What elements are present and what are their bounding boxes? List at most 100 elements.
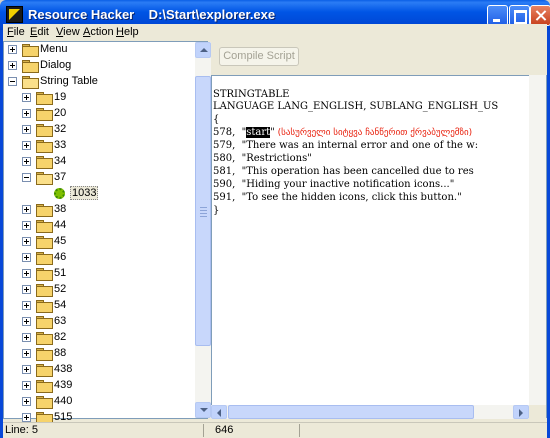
code-line: 581, "This operation has been cancelled …: [213, 166, 474, 177]
expand-icon[interactable]: [22, 349, 31, 358]
expand-icon[interactable]: [22, 365, 31, 374]
expand-icon[interactable]: [22, 221, 31, 230]
folder-icon: [36, 156, 53, 169]
tree-label: 82: [54, 331, 67, 343]
tree-node-38[interactable]: 38: [22, 202, 192, 218]
expand-icon[interactable]: [22, 141, 31, 150]
tree-node-string-table[interactable]: String Table: [8, 74, 188, 90]
tree-label: 88: [54, 347, 67, 359]
expand-icon[interactable]: [22, 333, 31, 342]
status-bar: Line: 5 646: [3, 422, 547, 438]
expand-icon[interactable]: [22, 285, 31, 294]
tree-node-44[interactable]: 44: [22, 218, 192, 234]
tree-node-1033[interactable]: 1033: [36, 186, 186, 202]
selected-text[interactable]: start: [246, 127, 271, 138]
collapse-icon[interactable]: [22, 173, 31, 182]
expand-icon[interactable]: [22, 253, 31, 262]
folder-icon: [36, 268, 53, 281]
expand-icon[interactable]: [22, 381, 31, 390]
hscroll-thumb[interactable]: [228, 405, 474, 419]
tree-node-438[interactable]: 438: [22, 362, 192, 378]
maximize-button[interactable]: [509, 5, 530, 26]
menu-bar: File Edit View Action Help: [3, 24, 547, 40]
tree-node-45[interactable]: 45: [22, 234, 192, 250]
compile-script-button[interactable]: Compile Script: [219, 47, 299, 66]
expand-icon[interactable]: [22, 125, 31, 134]
collapse-icon[interactable]: [8, 77, 17, 86]
tree-node-34[interactable]: 34: [22, 154, 192, 170]
tree-node-46[interactable]: 46: [22, 250, 192, 266]
tree-label: 34: [54, 155, 67, 167]
tree-node-439[interactable]: 439: [22, 378, 192, 394]
expand-icon[interactable]: [22, 93, 31, 102]
scroll-left-button[interactable]: [211, 405, 227, 419]
tree-scrollbar[interactable]: [195, 42, 211, 418]
code-line-578: 578, "start" (სასურველი სიტყვა ჩანწერით …: [213, 127, 473, 138]
tree-node-51[interactable]: 51: [22, 266, 192, 282]
tree-node-37[interactable]: 37: [22, 170, 192, 186]
tree-node-20[interactable]: 20: [22, 106, 192, 122]
app-icon[interactable]: [6, 6, 23, 23]
tree-node-19[interactable]: 19: [22, 90, 192, 106]
minimize-button[interactable]: [487, 5, 508, 26]
expand-icon[interactable]: [22, 109, 31, 118]
expand-icon[interactable]: [8, 61, 17, 70]
menu-help[interactable]: Help: [116, 26, 139, 38]
scroll-right-button[interactable]: [513, 405, 529, 419]
expand-icon[interactable]: [22, 413, 31, 422]
tree-label-selected: 1033: [70, 186, 99, 200]
open-folder-icon: [36, 172, 53, 185]
tree-label: 20: [54, 107, 67, 119]
open-folder-icon: [22, 76, 39, 89]
gear-icon: [54, 188, 65, 199]
tree-node-dialog[interactable]: Dialog: [8, 58, 188, 74]
expand-icon[interactable]: [22, 317, 31, 326]
resource-tree[interactable]: Menu Dialog String Table 19 20 32 33 34 37 103…: [3, 41, 208, 438]
code-line: {: [213, 114, 220, 125]
grip-line: [200, 216, 207, 217]
menu-action[interactable]: Action: [83, 26, 114, 38]
scroll-down-button[interactable]: [195, 402, 211, 418]
tree-node-menu[interactable]: Menu: [8, 42, 188, 58]
expand-icon[interactable]: [22, 205, 31, 214]
tree-label: 439: [54, 379, 73, 391]
script-editor[interactable]: STRINGTABLE LANGUAGE LANG_ENGLISH, SUBLA…: [211, 75, 547, 418]
code-line: 580, "Restrictions": [213, 153, 312, 164]
status-separator: [203, 424, 204, 437]
tree-node-82[interactable]: 82: [22, 330, 192, 346]
folder-icon: [36, 300, 53, 313]
expand-icon[interactable]: [22, 157, 31, 166]
folder-icon: [36, 204, 53, 217]
folder-icon: [36, 124, 53, 137]
tree-node-33[interactable]: 33: [22, 138, 192, 154]
folder-icon: [36, 140, 53, 153]
expand-icon[interactable]: [22, 269, 31, 278]
window-title: Resource Hacker D:\Start\explorer.exe: [28, 7, 276, 22]
expand-icon[interactable]: [22, 237, 31, 246]
expand-icon[interactable]: [8, 45, 17, 54]
editor-hscrollbar[interactable]: [211, 405, 529, 419]
tree-node-88[interactable]: 88: [22, 346, 192, 362]
folder-icon: [36, 108, 53, 121]
code-line: }: [213, 205, 220, 216]
expand-icon[interactable]: [22, 301, 31, 310]
expand-icon[interactable]: [22, 397, 31, 406]
scroll-up-button[interactable]: [195, 42, 211, 58]
menu-view[interactable]: View: [56, 26, 80, 38]
tree-node-32[interactable]: 32: [22, 122, 192, 138]
tree-node-54[interactable]: 54: [22, 298, 192, 314]
folder-icon: [36, 332, 53, 345]
tree-label: 438: [54, 363, 73, 375]
folder-icon: [36, 396, 53, 409]
tree-node-63[interactable]: 63: [22, 314, 192, 330]
folder-icon: [36, 220, 53, 233]
close-button[interactable]: [530, 5, 550, 26]
menu-edit[interactable]: Edit: [30, 26, 49, 38]
editor-vscrollbar[interactable]: [529, 75, 546, 405]
tree-node-52[interactable]: 52: [22, 282, 192, 298]
scroll-thumb[interactable]: [195, 76, 211, 346]
tree-label: 44: [54, 219, 67, 231]
menu-file[interactable]: File: [7, 26, 25, 38]
tree-node-440[interactable]: 440: [22, 394, 192, 410]
tree-label: 440: [54, 395, 73, 407]
